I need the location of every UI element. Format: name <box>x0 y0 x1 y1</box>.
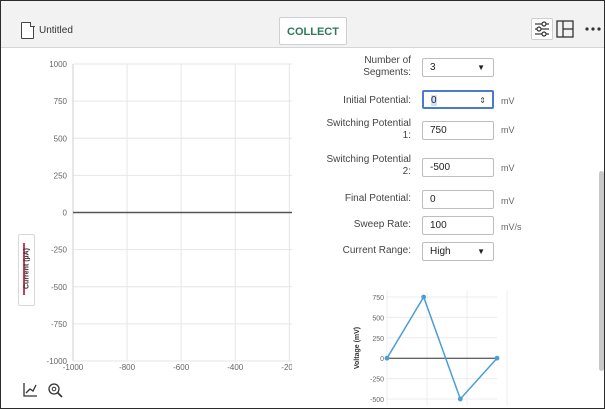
settings-scrollbar[interactable] <box>599 171 604 371</box>
current-range-label: Current Range: <box>342 245 411 256</box>
switching-potential-1-label: Switching Potential 1: <box>326 118 412 141</box>
x-tick-label: -800 <box>119 363 136 372</box>
y-tick-label: 0 <box>63 209 68 218</box>
x-tick-label: -1000 <box>63 363 84 372</box>
num-segments-select[interactable]: 3 ▼ <box>422 58 494 77</box>
num-segments-value: 3 <box>430 62 436 73</box>
initial-potential-value: 0 <box>431 95 437 106</box>
chevron-down-icon: ▼ <box>477 247 485 256</box>
collect-button[interactable]: COLLECT <box>279 17 347 45</box>
y-tick-label: -250 <box>51 246 68 255</box>
y-tick-label: 1000 <box>49 60 67 69</box>
sweep-rate-label: Sweep Rate: <box>353 219 411 230</box>
toolbar: Untitled COLLECT <box>1 1 604 48</box>
preview-y-tick-label: 250 <box>372 336 384 343</box>
num-segments-label: Number of Segments: <box>363 55 411 78</box>
preview-y-tick-label: 0 <box>380 356 384 363</box>
zoom-icon[interactable] <box>46 381 64 399</box>
potential-preview-chart: 750 500 250 0 -250 -500 Voltage (mV) <box>354 291 508 405</box>
axis-scale-icon[interactable] <box>21 381 39 399</box>
spinner-icon[interactable]: ⇕ <box>479 93 486 109</box>
final-potential-label: Final Potential: <box>344 193 411 204</box>
preview-y-label: Voltage (mV) <box>354 327 361 369</box>
preview-data-point <box>384 355 390 361</box>
x-tick-label: -600 <box>173 363 190 372</box>
preview-y-tick-label: 500 <box>372 315 384 322</box>
layout-icon[interactable] <box>556 20 574 38</box>
switching-potential-2-input[interactable]: -500 <box>422 158 494 177</box>
switching-potential-1-input[interactable]: 750 <box>422 121 494 140</box>
preview-data-point <box>494 355 500 361</box>
initial-potential-label: Initial Potential: <box>343 95 411 106</box>
file-icon[interactable] <box>21 21 35 39</box>
y-axis-column-button[interactable]: Current (µA) <box>18 234 35 306</box>
settings-sliders-icon[interactable] <box>531 18 553 40</box>
current-range-value: High <box>430 246 451 257</box>
main-graph[interactable]: 10007505002500-250-500-750-1000-1000 -800… <box>1 48 292 408</box>
final-potential-input[interactable]: 0 <box>422 190 494 209</box>
y-tick-label: 250 <box>54 171 68 180</box>
y-tick-label: -750 <box>51 320 68 329</box>
sweep-rate-input[interactable]: 100 <box>422 216 494 235</box>
graph-pane: 1000 750 500 250 0 -250 -500 -750 -1000 -1000 -800… <box>1 48 292 408</box>
preview-y-tick-label: -250 <box>370 377 384 384</box>
switching-potential-1-unit: mV <box>501 125 515 135</box>
current-range-select[interactable]: High ▼ <box>422 242 494 261</box>
preview-y-tick-label: 750 <box>372 295 384 302</box>
y-tick-label: 500 <box>54 134 68 143</box>
y-tick-label: -500 <box>51 283 68 292</box>
y-axis-label: Current (µA) <box>23 248 31 289</box>
chevron-down-icon: ▼ <box>477 63 485 72</box>
initial-potential-unit: mV <box>501 96 515 106</box>
initial-potential-input[interactable]: 0 ⇕ <box>422 90 494 109</box>
preview-y-tick-label: -500 <box>370 397 384 404</box>
preview-series-line <box>386 295 498 401</box>
preview-data-point <box>421 294 427 300</box>
sweep-rate-unit: mV/s <box>501 222 522 232</box>
preview-data-point <box>457 396 463 402</box>
x-tick-label: -200 <box>281 363 292 372</box>
document-title[interactable]: Untitled <box>39 25 73 36</box>
y-tick-label: 750 <box>54 97 68 106</box>
x-tick-label: -400 <box>227 363 244 372</box>
app-window: Untitled COLLECT 1000 750 500 250 0 -250… <box>0 0 605 409</box>
final-potential-unit: mV <box>501 196 515 206</box>
switching-potential-2-unit: mV <box>501 163 515 173</box>
more-icon[interactable] <box>583 20 603 38</box>
switching-potential-2-label: Switching Potential 2: <box>326 154 412 177</box>
